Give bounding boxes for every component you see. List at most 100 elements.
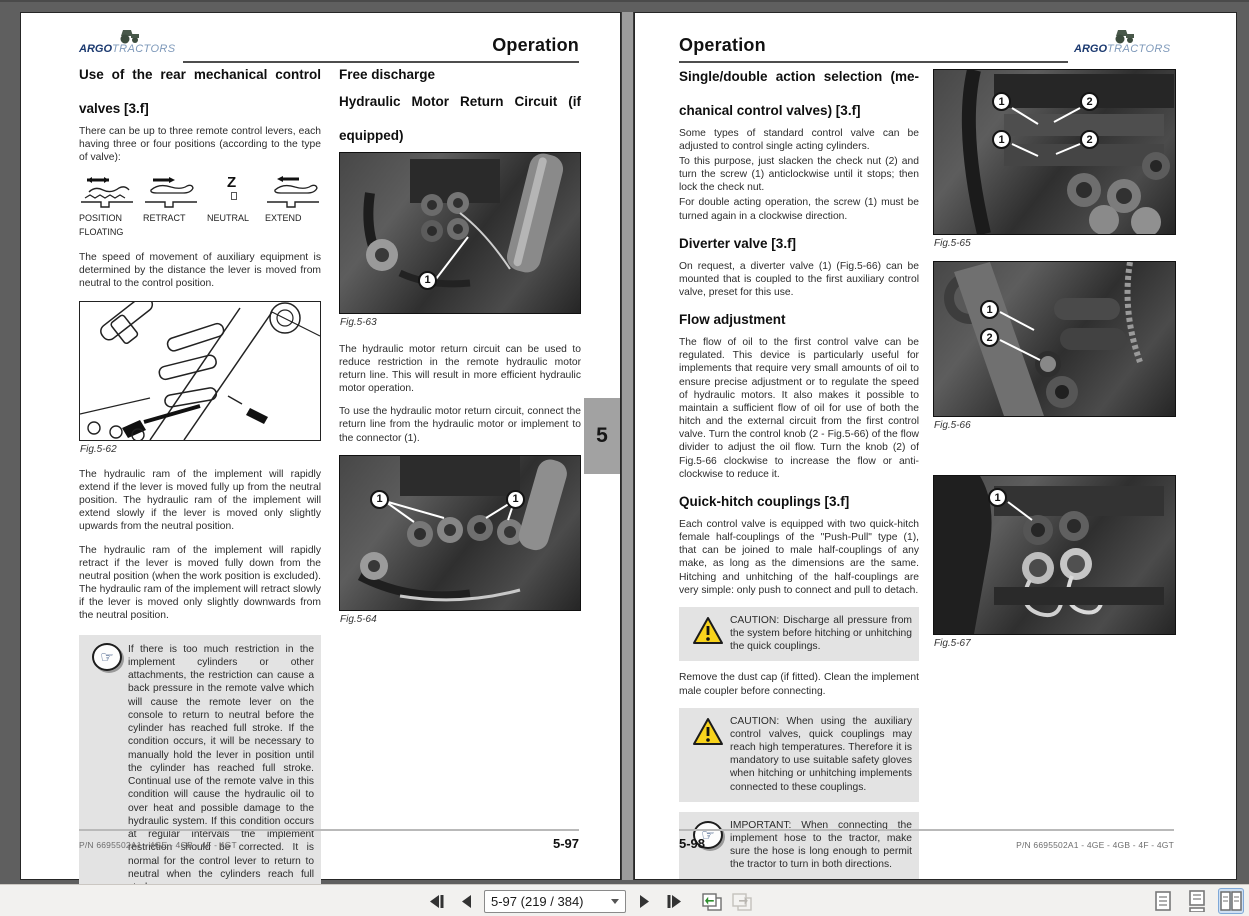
first-page-icon xyxy=(429,894,443,908)
next-view-button[interactable] xyxy=(730,889,754,913)
caution-icon-wrap xyxy=(686,715,730,794)
previous-page-button[interactable] xyxy=(454,889,478,913)
logo-argo: ARGO xyxy=(79,43,112,55)
left-page-column-1: Use of the rear mechanical control valve… xyxy=(79,67,321,884)
position-floating-label: POSITION FLOATING xyxy=(79,213,124,237)
dropdown-arrow-icon xyxy=(611,898,619,904)
figure-drawing-5-62 xyxy=(79,294,321,442)
paragraph: The flow of oil to the first control val… xyxy=(679,337,919,480)
left-page-title: Operation xyxy=(492,35,579,55)
left-page-footer: P/N 6695502A1 - 4GE - 4GB - 4F - 4GT 5-9… xyxy=(79,829,579,851)
last-page-icon xyxy=(667,894,681,908)
section-heading-quick-hitch: Quick-hitch couplings [3.f] xyxy=(679,493,850,509)
paragraph: To this purpose, just slacken the check … xyxy=(679,155,919,194)
continuous-view-icon xyxy=(1189,890,1205,912)
paragraph: On request, a diverter valve (1) (Fig.5-… xyxy=(679,260,919,299)
paragraph: Some types of standard control valve can… xyxy=(679,127,919,152)
previous-page-icon xyxy=(461,894,471,908)
logo-argo: ARGO xyxy=(1074,43,1107,55)
callout-1: 1 xyxy=(506,489,525,509)
figure-caption: Fig.5-65 xyxy=(934,238,971,249)
page-number-dropdown[interactable]: 5-97 (219 / 384) xyxy=(484,889,626,913)
page-layout-group xyxy=(1150,885,1249,916)
position-floating-item: POSITION FLOATING xyxy=(79,174,135,239)
paragraph: For double acting operation, the screw (… xyxy=(679,197,919,222)
section-heading-hyd-motor: Hydraulic Motor Return Circuit (if equip… xyxy=(339,93,581,143)
callout-2: 2 xyxy=(1080,92,1099,111)
previous-view-button[interactable] xyxy=(700,889,724,913)
caution-icon-wrap xyxy=(686,614,730,654)
section-heading-rear-valves: Use of the rear mechanical control valve… xyxy=(79,67,321,116)
viewer-toolbar: 5-97 (219 / 384) xyxy=(0,884,1249,916)
neutral-label: NEUTRAL xyxy=(207,213,250,224)
caution-text: CAUTION: When using the auxiliary contro… xyxy=(730,715,912,793)
logo-tractors: TRACTORS xyxy=(112,43,176,55)
figure-caption: Fig.5-66 xyxy=(934,420,971,431)
page-number-value: 5-97 (219 / 384) xyxy=(491,893,584,909)
caution-box: CAUTION: When using the auxiliary contro… xyxy=(679,707,919,802)
single-page-view-icon xyxy=(1155,891,1171,911)
page-number: 5-98 xyxy=(679,836,706,851)
section-heading-diverter: Diverter valve [3.f] xyxy=(679,235,797,251)
manual-page-5-98: Operation ARGOTRACTORS Single/double act… xyxy=(634,12,1237,880)
logo-tractors: TRACTORS xyxy=(1107,43,1171,55)
figure-caption: Fig.5-62 xyxy=(80,443,117,455)
manual-page-5-97: ARGOTRACTORS Operation Use of the rear m… xyxy=(20,12,621,884)
callout-2: 2 xyxy=(1080,130,1099,149)
paragraph: To use the hydraulic motor return circui… xyxy=(339,406,581,444)
first-page-button[interactable] xyxy=(424,889,448,913)
paragraph: The hydraulic ram of the implement will … xyxy=(79,468,321,533)
neutral-item: Z NEUTRAL xyxy=(207,174,257,239)
paragraph: Each control valve is equipped with two … xyxy=(679,518,919,596)
logo-wordmark: ARGOTRACTORS xyxy=(79,43,176,55)
dual-page-view-button[interactable] xyxy=(1218,888,1244,914)
previous-view-icon xyxy=(702,892,722,911)
figure-photo-5-66: 1 2 xyxy=(933,261,1176,417)
callout-1: 1 xyxy=(988,488,1007,507)
paragraph: Remove the dust cap (if fitted). Clean t… xyxy=(679,672,919,697)
callout-1: 1 xyxy=(370,489,389,509)
extend-lever-icon xyxy=(265,174,321,210)
caution-text: CAUTION: Discharge all pressure from the… xyxy=(730,614,913,653)
header-rule xyxy=(183,61,579,63)
callout-1: 1 xyxy=(992,130,1011,149)
argo-tractors-logo: ARGOTRACTORS xyxy=(1074,25,1174,59)
warning-triangle-icon xyxy=(693,616,723,644)
page-navigation-group: 5-97 (219 / 384) xyxy=(424,885,754,916)
pdf-viewer-canvas: ARGOTRACTORS Operation Use of the rear m… xyxy=(0,0,1249,884)
warning-triangle-icon xyxy=(693,717,723,745)
part-number: P/N 6695502A1 - 4GE - 4GB - 4F - 4GT xyxy=(1016,840,1174,850)
continuous-view-button[interactable] xyxy=(1184,888,1210,914)
tractor-icon xyxy=(120,30,139,44)
callout-1: 1 xyxy=(992,92,1011,111)
right-page-figures-column: 1 2 1 2 Fig.5-65 1 2 Fig.5-66 1 Fig.5-67 xyxy=(933,69,1176,649)
next-view-icon xyxy=(732,892,752,911)
paragraph: The hydraulic ram of the implement will … xyxy=(79,544,321,622)
argo-tractors-logo: ARGOTRACTORS xyxy=(79,25,179,59)
right-page-title: Operation xyxy=(679,35,766,55)
last-page-button[interactable] xyxy=(662,889,686,913)
section-heading-free-discharge: Free discharge xyxy=(339,67,436,82)
figure-photo-5-65: 1 2 1 2 xyxy=(933,69,1176,235)
header-rule xyxy=(679,61,1068,63)
chapter-tab-5: 5 xyxy=(584,398,620,474)
retract-lever-icon xyxy=(143,174,199,210)
next-page-button[interactable] xyxy=(632,889,656,913)
right-page-header: Operation ARGOTRACTORS xyxy=(679,29,1174,69)
retract-item: RETRACT xyxy=(143,174,199,239)
single-page-view-button[interactable] xyxy=(1150,888,1176,914)
callout-2: 2 xyxy=(980,328,999,347)
retract-label: RETRACT xyxy=(143,213,186,224)
left-page-header: ARGOTRACTORS Operation xyxy=(79,29,579,69)
callout-1: 1 xyxy=(418,270,437,290)
right-page-text-column: Single/double action selection (me- chan… xyxy=(679,69,919,884)
extend-label: EXTEND xyxy=(265,213,302,224)
part-number: P/N 6695502A1 - 4GE - 4GB - 4F - 4GT xyxy=(79,840,237,850)
caution-box: CAUTION: Discharge all pressure from the… xyxy=(679,606,919,662)
section-heading-single-double: Single/double action selection (me- chan… xyxy=(679,69,919,118)
figure-caption: Fig.5-64 xyxy=(340,613,377,625)
paragraph: The hydraulic motor return circuit can b… xyxy=(339,343,581,395)
paragraph: The speed of movement of auxiliary equip… xyxy=(79,252,321,290)
callout-1: 1 xyxy=(980,300,999,319)
page-number: 5-97 xyxy=(552,836,579,851)
